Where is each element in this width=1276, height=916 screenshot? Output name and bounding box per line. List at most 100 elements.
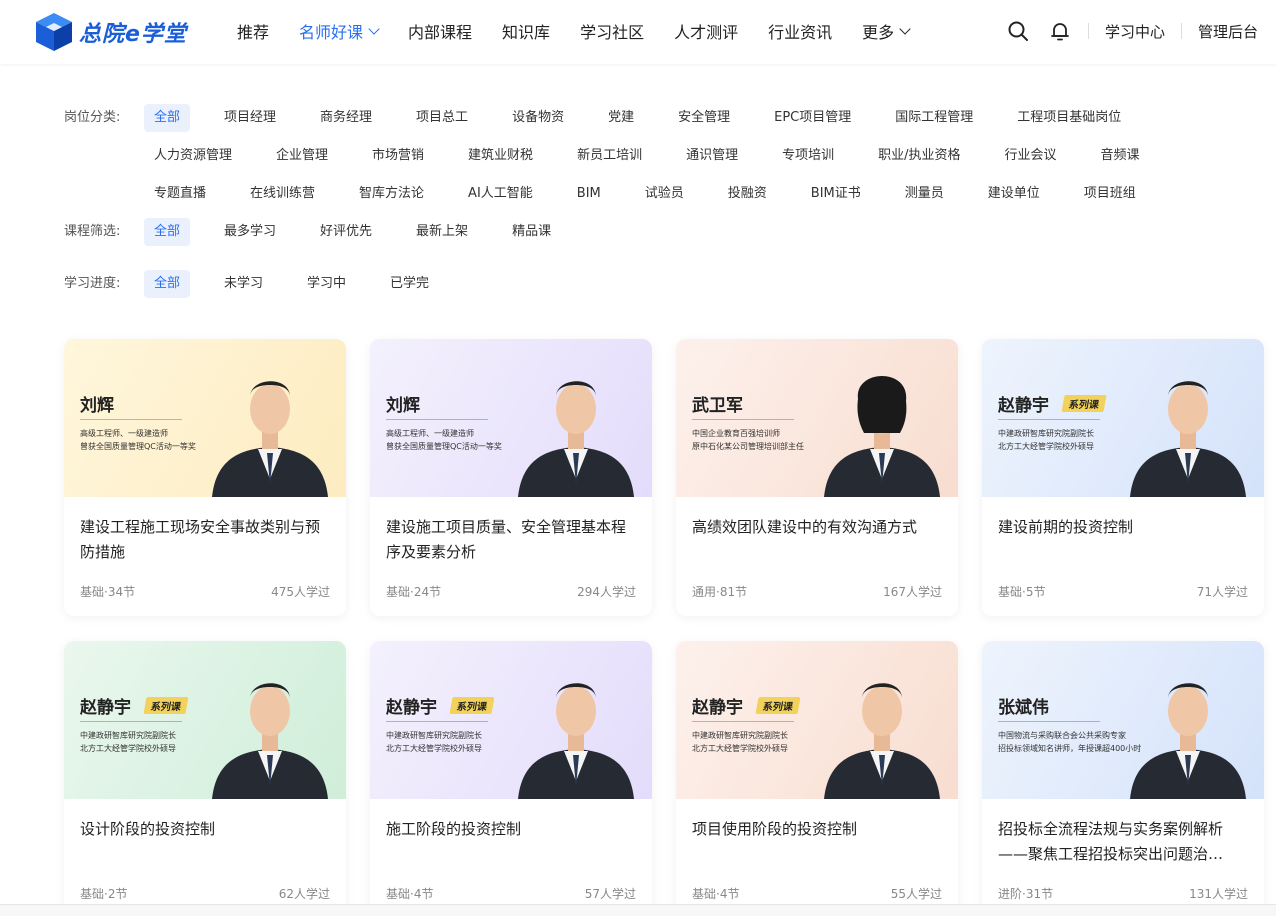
- filter-panel: 岗位分类: 全部 项目经理 商务经理 项目总工 设备物资 党建 安全管理 EPC项目管理 国际工…: [64, 104, 1244, 308]
- position-filter-option[interactable]: 项目总工: [406, 104, 478, 132]
- search-icon[interactable]: [1006, 19, 1030, 43]
- position-filter-option[interactable]: 在线训练营: [240, 180, 325, 208]
- nav-assessment[interactable]: 人才测评: [674, 19, 738, 43]
- course-card[interactable]: 张斌伟 中国物流与采购联合会公共采购专家 招投标领域知名讲师，年授课超400小时 招投…: [982, 641, 1264, 916]
- position-filter-option[interactable]: 市场营销: [362, 142, 434, 170]
- main-nav: 推荐 名师好课 内部课程 知识库 学习社区 人才测评 行业资讯 更多: [222, 0, 924, 62]
- position-filter-option[interactable]: 国际工程管理: [885, 104, 983, 132]
- position-filter-option[interactable]: 设备物资: [502, 104, 574, 132]
- learner-count: 294人学过: [577, 585, 636, 599]
- divider: [692, 721, 794, 722]
- course-title[interactable]: 项目使用阶段的投资控制: [692, 817, 944, 842]
- position-filter-option[interactable]: 行业会议: [995, 142, 1067, 170]
- teacher-name: 赵静宇: [80, 698, 131, 718]
- position-filter-option[interactable]: 安全管理: [668, 104, 740, 132]
- learning-center-link[interactable]: 学习中心: [1105, 21, 1165, 42]
- course-filter-option[interactable]: 精品课: [502, 218, 561, 246]
- nav-knowledge-base[interactable]: 知识库: [502, 19, 550, 43]
- teacher-portrait: [1120, 661, 1256, 799]
- logo-text: 总院e学堂: [79, 22, 187, 47]
- divider: [692, 419, 794, 420]
- course-filter-option[interactable]: 全部: [144, 218, 191, 246]
- course-cover: 赵静宇 系列课 中建政研智库研究院副院长 北方工大经管学院校外硕导: [676, 641, 958, 799]
- course-filter-option[interactable]: 好评优先: [310, 218, 382, 246]
- divider: [386, 419, 488, 420]
- nav-label: 知识库: [502, 23, 551, 42]
- course-cover: 赵静宇 系列课 中建政研智库研究院副院长 北方工大经管学院校外硕导: [982, 339, 1264, 497]
- position-filter-option[interactable]: 智库方法论: [349, 180, 434, 208]
- course-card[interactable]: 赵静宇 系列课 中建政研智库研究院副院长 北方工大经管学院校外硕导项目使用阶段的投资控…: [676, 641, 958, 916]
- position-filter-option[interactable]: 建筑业财税: [458, 142, 543, 170]
- nav-label: 名师好课: [299, 23, 364, 42]
- course-title[interactable]: 建设工程施工现场安全事故类别与预防措施: [80, 515, 332, 565]
- series-badge: 系列课: [143, 697, 189, 714]
- position-filter-option[interactable]: 专题直播: [144, 180, 216, 208]
- course-title[interactable]: 招投标全流程法规与实务案例解析——聚焦工程招投标突出问题治…: [998, 817, 1250, 867]
- position-filter-option[interactable]: 项目经理: [214, 104, 286, 132]
- course-filter-option[interactable]: 最多学习: [214, 218, 286, 246]
- nav-industry-news[interactable]: 行业资讯: [768, 19, 832, 43]
- teacher-portrait: [508, 359, 644, 497]
- position-filter-option[interactable]: 建设单位: [978, 180, 1050, 208]
- position-filter-option[interactable]: 通识管理: [676, 142, 748, 170]
- position-filter-option[interactable]: BIM: [567, 180, 611, 208]
- admin-link[interactable]: 管理后台: [1198, 21, 1258, 42]
- bell-icon[interactable]: [1048, 19, 1072, 43]
- divider: [998, 419, 1100, 420]
- nav-label: 内部课程: [408, 23, 473, 42]
- filter-label: 学习进度:: [64, 276, 121, 291]
- progress-filter-option[interactable]: 全部: [144, 270, 191, 298]
- position-filter-option[interactable]: 工程项目基础岗位: [1007, 104, 1131, 132]
- learner-count: 57人学过: [584, 887, 636, 901]
- position-filter-option[interactable]: 专项培训: [772, 142, 844, 170]
- course-card[interactable]: 武卫军 中国企业教育百强培训师 原中石化某公司管理培训部主任 高绩效团队建设中的有效沟…: [676, 339, 958, 616]
- course-level-lessons: 基础·24节: [386, 585, 442, 599]
- position-filter-option[interactable]: 商务经理: [310, 104, 382, 132]
- series-badge: 系列课: [449, 697, 495, 714]
- nav-famous-teachers[interactable]: 名师好课: [299, 19, 380, 43]
- nav-more[interactable]: 更多: [862, 19, 911, 43]
- progress-filter-option[interactable]: 学习中: [297, 270, 356, 298]
- course-card[interactable]: 赵静宇 系列课 中建政研智库研究院副院长 北方工大经管学院校外硕导建设前期的投资控制基…: [982, 339, 1264, 616]
- course-card[interactable]: 刘辉 高级工程师、一级建造师 曾获全国质量管理QC活动一等奖 建设工程施工现场安全事故…: [64, 339, 346, 616]
- course-card[interactable]: 赵静宇 系列课 中建政研智库研究院副院长 北方工大经管学院校外硕导 设计阶段的投资控制基…: [64, 641, 346, 916]
- teacher-name: 刘辉: [386, 396, 420, 416]
- course-level-lessons: 进阶·31节: [998, 887, 1054, 901]
- chevron-down-icon: [899, 23, 911, 35]
- course-card[interactable]: 刘辉 高级工程师、一级建造师 曾获全国质量管理QC活动一等奖 建设施工项目质量、安全管…: [370, 339, 652, 616]
- header-actions: 学习中心 管理后台: [988, 0, 1258, 62]
- position-filter-option[interactable]: 投融资: [718, 180, 777, 208]
- position-filter-option[interactable]: 党建: [598, 104, 644, 132]
- position-filter-option[interactable]: 新员工培训: [567, 142, 652, 170]
- course-filter-option[interactable]: 最新上架: [406, 218, 478, 246]
- position-filter-option[interactable]: AI人工智能: [458, 180, 543, 208]
- position-filter-option[interactable]: 全部: [144, 104, 191, 132]
- site-logo[interactable]: 总院e学堂: [33, 10, 187, 54]
- nav-recommend[interactable]: 推荐: [237, 19, 269, 43]
- nav-community[interactable]: 学习社区: [580, 19, 644, 43]
- position-filter-option[interactable]: 测量员: [895, 180, 954, 208]
- nav-internal-courses[interactable]: 内部课程: [408, 19, 472, 43]
- position-filter-option[interactable]: 项目班组: [1074, 180, 1146, 208]
- course-title[interactable]: 建设施工项目质量、安全管理基本程序及要素分析: [386, 515, 638, 565]
- progress-filter-option[interactable]: 未学习: [214, 270, 273, 298]
- course-title[interactable]: 高绩效团队建设中的有效沟通方式: [692, 515, 944, 540]
- position-filter-option[interactable]: 音频课: [1091, 142, 1150, 170]
- progress-options: 全部 未学习 学习中 已学完: [144, 270, 1244, 308]
- nav-label: 人才测评: [674, 23, 739, 42]
- learner-count: 167人学过: [883, 585, 942, 599]
- position-filter-option[interactable]: 企业管理: [266, 142, 338, 170]
- teacher-name: 刘辉: [80, 396, 114, 416]
- position-filter-option[interactable]: 人力资源管理: [144, 142, 242, 170]
- position-filter-option[interactable]: 试验员: [635, 180, 694, 208]
- course-card[interactable]: 赵静宇 系列课 中建政研智库研究院副院长 北方工大经管学院校外硕导 施工阶段的投资控制基…: [370, 641, 652, 916]
- position-filter-option[interactable]: 职业/执业资格: [868, 142, 970, 170]
- course-title[interactable]: 设计阶段的投资控制: [80, 817, 332, 842]
- course-title[interactable]: 建设前期的投资控制: [998, 515, 1250, 540]
- position-filter-option[interactable]: EPC项目管理: [764, 104, 861, 132]
- course-title[interactable]: 施工阶段的投资控制: [386, 817, 638, 842]
- series-badge: 系列课: [755, 697, 801, 714]
- position-filter-option[interactable]: BIM证书: [801, 180, 871, 208]
- progress-filter-option[interactable]: 已学完: [380, 270, 439, 298]
- course-level-lessons: 基础·5节: [998, 585, 1046, 599]
